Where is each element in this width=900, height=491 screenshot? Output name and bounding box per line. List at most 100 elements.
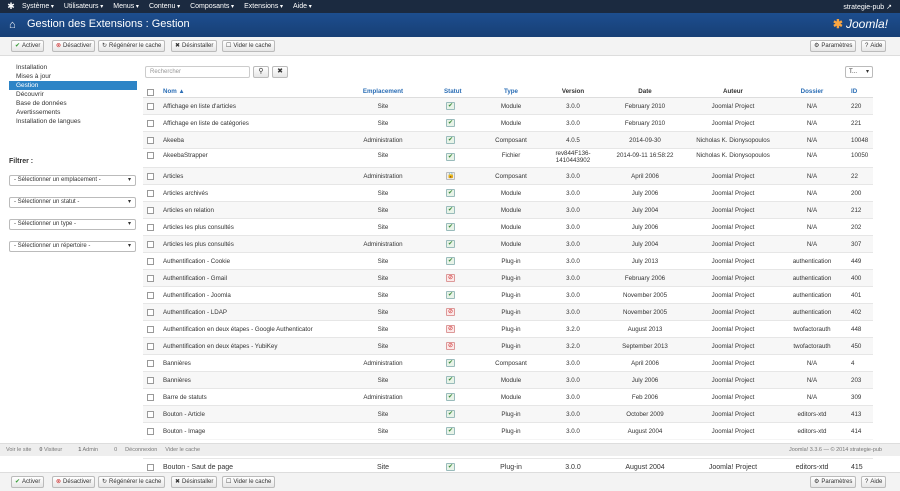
- extension-name[interactable]: Akeeba: [163, 137, 184, 144]
- select-all-checkbox[interactable]: [147, 89, 154, 96]
- extension-name[interactable]: Affichage en liste de catégories: [163, 120, 249, 127]
- col-nom[interactable]: Nom ▲: [163, 88, 185, 95]
- filter-type-select[interactable]: - Sélectionner un type -: [9, 219, 136, 230]
- sidebar-item-decouvrir[interactable]: Découvrir: [9, 90, 137, 99]
- menu-systeme[interactable]: Système: [22, 3, 54, 10]
- status-enabled-icon[interactable]: ✔: [446, 223, 455, 231]
- row-checkbox[interactable]: [147, 411, 154, 418]
- activer-button-bottom[interactable]: ✔ Activer: [11, 476, 45, 488]
- status-enabled-icon[interactable]: ✔: [446, 410, 455, 418]
- row-checkbox[interactable]: [147, 464, 154, 471]
- col-emplacement[interactable]: Emplacement: [348, 88, 418, 95]
- row-checkbox[interactable]: [147, 343, 154, 350]
- vider-button-bottom[interactable]: ☐ Vider le cache: [222, 476, 276, 488]
- extension-name[interactable]: Affichage en liste d'articles: [163, 103, 236, 110]
- clear-search-button[interactable]: ✖: [272, 66, 288, 78]
- voir-site-link[interactable]: Voir le site: [6, 447, 31, 453]
- status-enabled-icon[interactable]: ✔: [446, 393, 455, 401]
- row-checkbox[interactable]: [147, 120, 154, 127]
- sort-select[interactable]: T...: [845, 66, 873, 78]
- row-checkbox[interactable]: [147, 326, 154, 333]
- parametres-button-bottom[interactable]: ⚙ Paramètres: [810, 476, 857, 488]
- row-checkbox[interactable]: [147, 360, 154, 367]
- desinstaller-button-bottom[interactable]: ✖ Désinstaller: [171, 476, 218, 488]
- status-enabled-icon[interactable]: ✔: [446, 257, 455, 265]
- row-checkbox[interactable]: [147, 394, 154, 401]
- col-type[interactable]: Type: [481, 88, 541, 95]
- status-enabled-icon[interactable]: ✔: [446, 189, 455, 197]
- extension-name[interactable]: Bouton - Article: [163, 411, 205, 418]
- extension-name[interactable]: Authentification en deux étapes - Google…: [163, 326, 313, 333]
- filter-repertoire-select[interactable]: - Sélectionner un répertoire -: [9, 241, 136, 252]
- parametres-button[interactable]: ⚙ Paramètres: [810, 40, 857, 52]
- extension-name[interactable]: Articles en relation: [163, 207, 214, 214]
- extension-name[interactable]: Articles: [163, 173, 183, 180]
- message-count[interactable]: 0: [114, 447, 117, 453]
- status-disabled-icon[interactable]: ⊘: [446, 325, 455, 333]
- sidebar-item-installation[interactable]: Installation: [9, 63, 137, 72]
- menu-utilisateurs[interactable]: Utilisateurs: [64, 3, 103, 10]
- row-checkbox[interactable]: [147, 173, 154, 180]
- row-checkbox[interactable]: [147, 258, 154, 265]
- status-enabled-icon[interactable]: ✔: [446, 291, 455, 299]
- desactiver-button[interactable]: ⊗ Désactiver: [52, 40, 96, 52]
- filter-emplacement-select[interactable]: - Sélectionner un emplacement -: [9, 175, 136, 186]
- desactiver-button-bottom[interactable]: ⊗ Désactiver: [52, 476, 96, 488]
- col-statut[interactable]: Statut: [444, 88, 462, 95]
- extension-name[interactable]: Authentification - Cookie: [163, 258, 230, 265]
- row-checkbox[interactable]: [147, 292, 154, 299]
- status-enabled-icon[interactable]: ✔: [446, 206, 455, 214]
- menu-contenu[interactable]: Contenu: [149, 3, 180, 10]
- status-enabled-icon[interactable]: ✔: [446, 119, 455, 127]
- status-disabled-icon[interactable]: ⊘: [446, 308, 455, 316]
- row-checkbox[interactable]: [147, 190, 154, 197]
- status-vider-link[interactable]: Vider le cache: [165, 447, 200, 453]
- status-enabled-icon[interactable]: ✔: [446, 376, 455, 384]
- menu-menus[interactable]: Menus: [113, 3, 139, 10]
- row-checkbox[interactable]: [147, 428, 154, 435]
- sidebar-item-gestion[interactable]: Gestion: [9, 81, 137, 90]
- row-checkbox[interactable]: [147, 224, 154, 231]
- extension-name[interactable]: Bannières: [163, 360, 191, 367]
- status-enabled-icon[interactable]: ✔: [446, 427, 455, 435]
- status-enabled-icon[interactable]: ✔: [446, 463, 455, 471]
- extension-name[interactable]: AkeebaStrapper: [163, 152, 208, 159]
- extension-name[interactable]: Bannières: [163, 377, 191, 384]
- extension-name[interactable]: Articles les plus consultés: [163, 241, 234, 248]
- aide-button-bottom[interactable]: ? Aide: [861, 476, 887, 488]
- extension-name[interactable]: Authentification - Joomla: [163, 292, 231, 299]
- row-checkbox[interactable]: [147, 377, 154, 384]
- activer-button[interactable]: ✔ Activer: [11, 40, 45, 52]
- menu-extensions[interactable]: Extensions: [244, 3, 283, 10]
- vider-button[interactable]: ☐ Vider le cache: [222, 40, 276, 52]
- sidebar-item-langues[interactable]: Installation de langues: [9, 117, 137, 126]
- row-checkbox[interactable]: [147, 309, 154, 316]
- col-id[interactable]: ID: [851, 88, 857, 95]
- extension-name[interactable]: Authentification - Gmail: [163, 275, 227, 282]
- sidebar-item-base-de-donnees[interactable]: Base de données: [9, 99, 137, 108]
- status-enabled-icon[interactable]: ✔: [446, 102, 455, 110]
- row-checkbox[interactable]: [147, 103, 154, 110]
- aide-button[interactable]: ? Aide: [861, 40, 887, 52]
- col-dossier[interactable]: Dossier: [783, 88, 841, 95]
- joomla-icon[interactable]: ✱: [6, 1, 16, 12]
- sidebar-item-avertissements[interactable]: Avertissements: [9, 108, 137, 117]
- site-link[interactable]: strategie-pub ↗: [843, 3, 892, 11]
- search-button[interactable]: ⚲: [253, 66, 269, 78]
- row-checkbox[interactable]: [147, 275, 154, 282]
- status-enabled-icon[interactable]: ✔: [446, 240, 455, 248]
- status-disabled-icon[interactable]: ⊘: [446, 274, 455, 282]
- extension-name[interactable]: Articles les plus consultés: [163, 224, 234, 231]
- status-enabled-icon[interactable]: ✔: [446, 153, 455, 161]
- status-enabled-icon[interactable]: ✔: [446, 136, 455, 144]
- regenerer-button[interactable]: ↻ Régénérer le cache: [98, 40, 166, 52]
- search-input[interactable]: Rechercher: [145, 66, 250, 78]
- row-checkbox[interactable]: [147, 137, 154, 144]
- status-enabled-icon[interactable]: ✔: [446, 359, 455, 367]
- extension-name[interactable]: Barre de statuts: [163, 394, 207, 401]
- row-checkbox[interactable]: [147, 207, 154, 214]
- extension-name[interactable]: Bouton - Saut de page: [163, 464, 233, 471]
- menu-aide[interactable]: Aide: [293, 3, 312, 10]
- extension-name[interactable]: Authentification en deux étapes - YubiKe…: [163, 343, 277, 350]
- extension-name[interactable]: Articles archivés: [163, 190, 208, 197]
